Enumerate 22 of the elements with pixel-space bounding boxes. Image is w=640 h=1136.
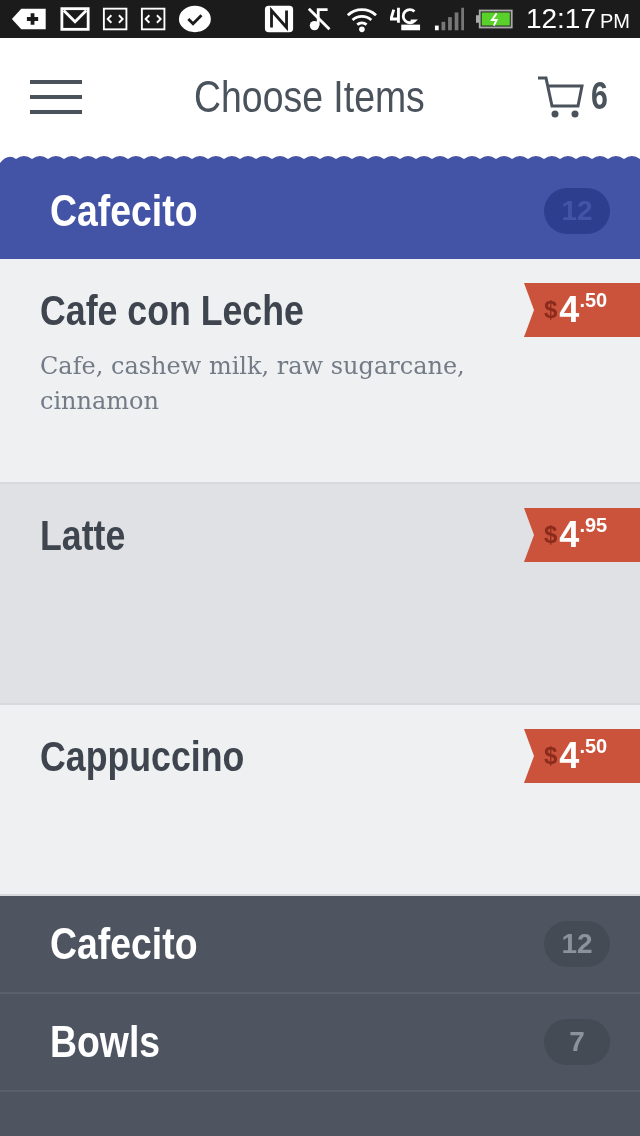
code-icon — [139, 6, 167, 32]
plus-icon — [10, 6, 48, 32]
check-icon — [178, 4, 212, 34]
nfc-icon — [264, 4, 295, 34]
item-name: Cafe con Leche — [40, 287, 305, 335]
mail-icon — [59, 6, 90, 32]
count-badge: 12 — [544, 921, 610, 967]
page-title: Choose Items — [193, 71, 426, 122]
cart-count: 6 — [590, 75, 608, 118]
signal-icon — [434, 6, 465, 32]
count-badge: 7 — [544, 1019, 610, 1065]
item-name: Cappuccino — [40, 733, 246, 781]
mute-icon — [306, 5, 333, 33]
cart-icon[interactable] — [536, 74, 585, 119]
menu-icon[interactable] — [30, 78, 82, 115]
clock-time: 12:17 PM — [525, 3, 630, 35]
wifi-icon — [344, 5, 379, 33]
code-icon — [101, 6, 128, 32]
item-description: Cafe, cashew milk, raw sugarcane, cinnamon — [40, 351, 466, 417]
item-name: Latte — [40, 512, 127, 560]
battery-icon — [476, 8, 514, 30]
category-title: Cafecito — [50, 186, 199, 236]
